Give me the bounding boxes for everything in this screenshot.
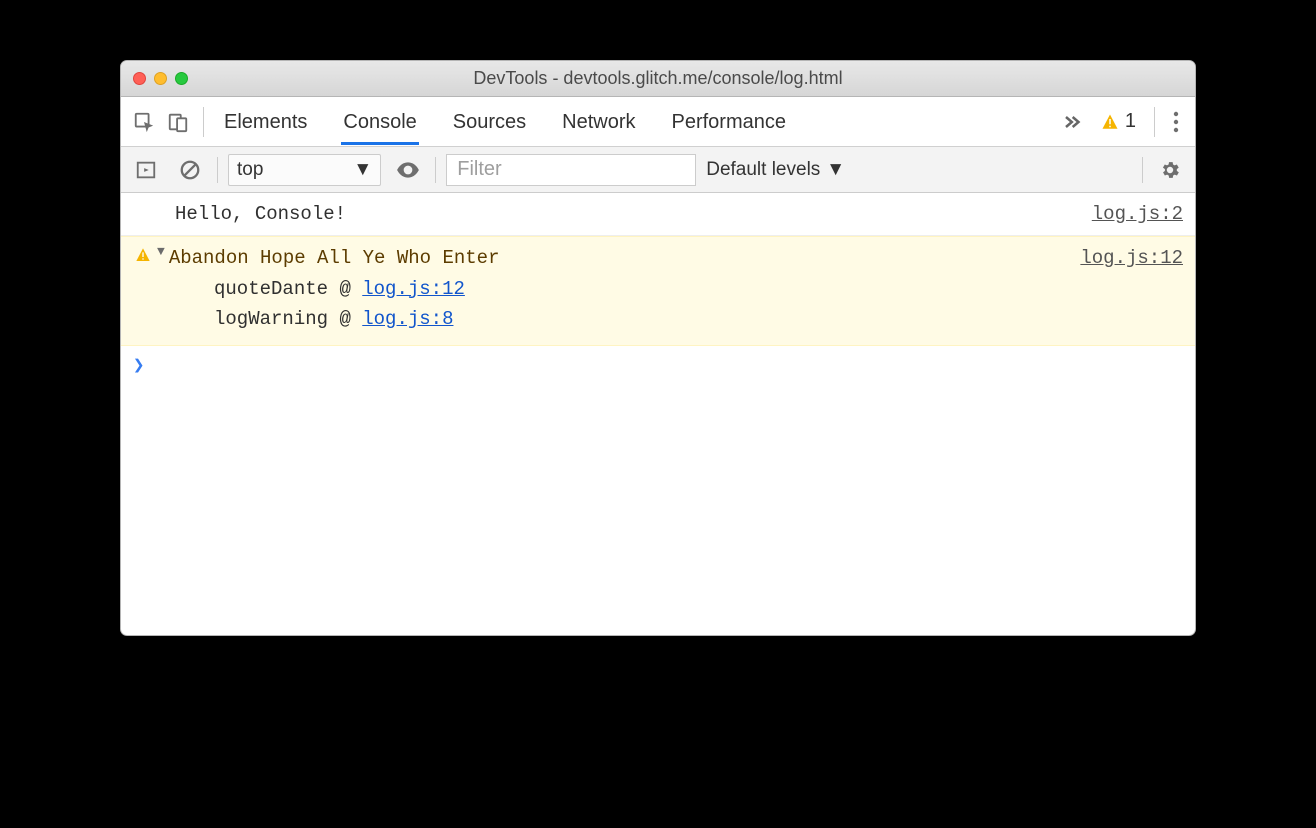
console-output: Hello, Console! log.js:2 ▼ Abandon Hope …	[121, 193, 1195, 635]
tab-list: Elements Console Sources Network Perform…	[212, 99, 788, 145]
window-title: DevTools - devtools.glitch.me/console/lo…	[121, 68, 1195, 89]
stack-source-link[interactable]: log.js:8	[362, 308, 453, 330]
minimize-button[interactable]	[154, 72, 167, 85]
filter-input[interactable]	[446, 154, 696, 186]
warning-icon	[129, 243, 157, 273]
panel-tabs: Elements Console Sources Network Perform…	[121, 97, 1195, 147]
levels-label: Default levels	[706, 159, 820, 181]
message-text: Abandon Hope All Ye Who Enter	[169, 243, 500, 273]
tab-sources[interactable]: Sources	[451, 99, 528, 145]
live-expression-icon[interactable]	[391, 157, 425, 183]
divider	[1142, 157, 1143, 183]
stack-function: logWarning	[214, 308, 328, 330]
titlebar[interactable]: DevTools - devtools.glitch.me/console/lo…	[121, 61, 1195, 97]
log-levels-selector[interactable]: Default levels ▼	[706, 159, 845, 181]
divider	[217, 157, 218, 183]
gutter	[129, 199, 157, 203]
console-prompt[interactable]: ❯	[121, 346, 1195, 385]
message-text: Hello, Console!	[175, 199, 346, 229]
tab-console[interactable]: Console	[341, 99, 418, 145]
stack-function: quoteDante	[214, 278, 328, 300]
blank-area	[121, 385, 1195, 635]
settings-menu-icon[interactable]	[1163, 111, 1189, 133]
maximize-button[interactable]	[175, 72, 188, 85]
chevron-down-icon: ▼	[353, 159, 372, 181]
warning-count-badge[interactable]: 1	[1091, 110, 1146, 133]
divider	[203, 107, 204, 137]
console-settings-icon[interactable]	[1153, 159, 1187, 181]
message-source-link[interactable]: log.js:2	[1092, 199, 1183, 229]
stack-frame: logWarning @ log.js:8	[129, 304, 1183, 334]
window-controls	[133, 72, 188, 85]
device-toggle-icon[interactable]	[161, 111, 195, 133]
stack-frame: quoteDante @ log.js:12	[129, 274, 1183, 304]
sidebar-toggle-icon[interactable]	[129, 159, 163, 181]
disclosure-triangle-icon[interactable]: ▼	[157, 242, 169, 272]
tab-network[interactable]: Network	[560, 99, 637, 145]
warning-message[interactable]: ▼ Abandon Hope All Ye Who Enter log.js:1…	[121, 236, 1195, 345]
context-label: top	[237, 159, 263, 181]
prompt-chevron-icon: ❯	[133, 355, 144, 377]
message-source-link[interactable]: log.js:12	[1080, 243, 1183, 273]
divider	[1154, 107, 1155, 137]
chevron-down-icon: ▼	[826, 159, 845, 181]
tab-performance[interactable]: Performance	[670, 99, 789, 145]
inspect-icon[interactable]	[127, 111, 161, 133]
tab-elements[interactable]: Elements	[222, 99, 309, 145]
devtools-window: DevTools - devtools.glitch.me/console/lo…	[120, 60, 1196, 636]
close-button[interactable]	[133, 72, 146, 85]
console-toolbar: top ▼ Default levels ▼	[121, 147, 1195, 193]
more-tabs-icon[interactable]	[1051, 112, 1091, 132]
warning-count: 1	[1125, 110, 1136, 133]
stack-source-link[interactable]: log.js:12	[362, 278, 465, 300]
execution-context-selector[interactable]: top ▼	[228, 154, 381, 186]
log-message[interactable]: Hello, Console! log.js:2	[121, 193, 1195, 236]
clear-console-icon[interactable]	[173, 159, 207, 181]
divider	[435, 157, 436, 183]
